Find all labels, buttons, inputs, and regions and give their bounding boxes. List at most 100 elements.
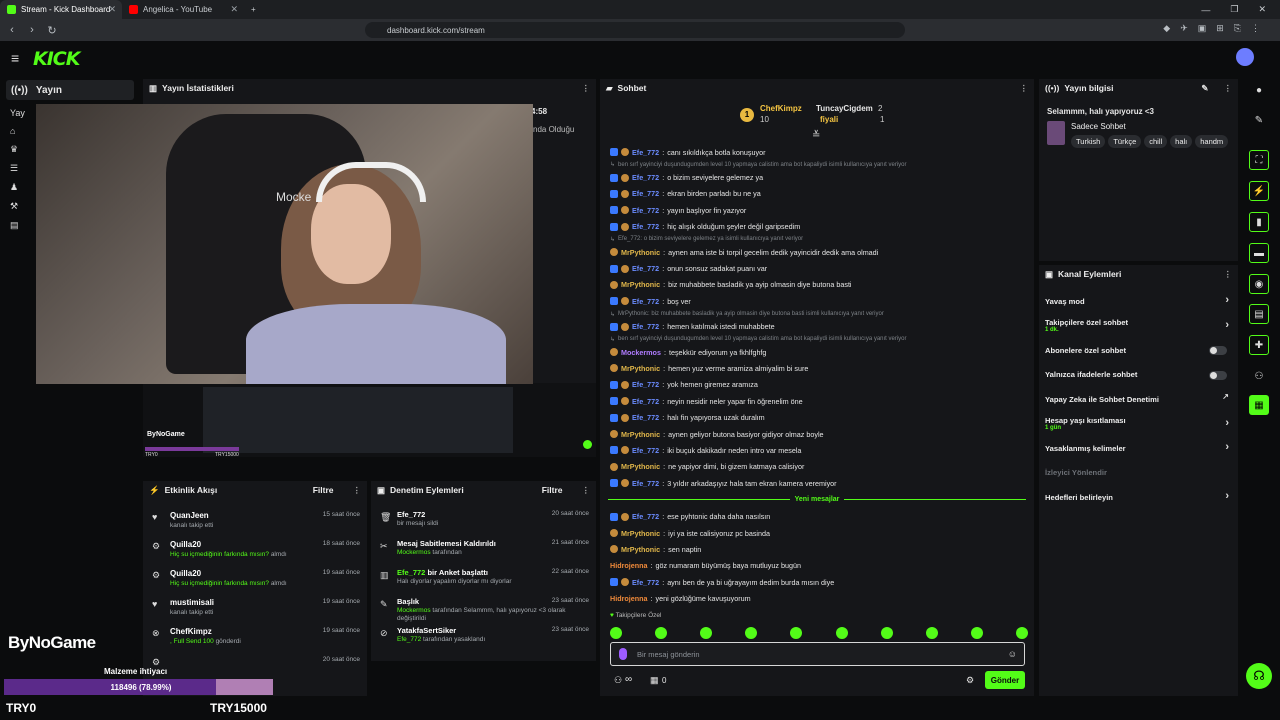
back-icon[interactable]: ‹	[4, 24, 20, 36]
emote-icon[interactable]	[790, 627, 803, 639]
chat-message[interactable]: Efe_772: boş ver	[600, 293, 1034, 309]
gift-leaderboard[interactable]: 1 ChefKimpz 10 TuncayCigdem 2 fiyali 1	[740, 103, 900, 124]
emote-icon[interactable]	[745, 627, 758, 639]
fullscreen-icon[interactable]: ⛶	[1249, 150, 1269, 170]
chat-message[interactable]: MrPythonic: aynen geliyor butona basiyor …	[600, 426, 1034, 442]
emote-icon[interactable]	[880, 627, 893, 639]
tag[interactable]: Türkçe	[1108, 135, 1142, 148]
channel-action-item[interactable]: Abonelere özel sohbet	[1039, 338, 1238, 363]
emote-icon[interactable]	[1015, 627, 1028, 639]
chat-message[interactable]: Efe_772: ekran birden parladı bu ne ya	[600, 186, 1034, 202]
wrench-icon[interactable]: ✚	[1249, 335, 1269, 355]
emoji-icon[interactable]: ☺	[1008, 649, 1017, 659]
browser-tab-youtube[interactable]: Angelica - YouTube ✕	[122, 0, 244, 19]
chat-username[interactable]: Efe_772	[632, 297, 659, 306]
reply-context[interactable]: ↳ ben sırf yayinciyi duşundugumden level …	[600, 160, 1034, 169]
edit-pencil-icon[interactable]: ✎	[1201, 83, 1208, 94]
moderation-item[interactable]: ✎ Başlık Mockermos tarafından Selammm, hal…	[371, 595, 596, 624]
more-options-icon[interactable]: ⋮	[1020, 83, 1029, 94]
emote-icon[interactable]	[700, 627, 713, 639]
more-options-icon[interactable]: ⋮	[353, 485, 362, 496]
chat-username[interactable]: Efe_772	[632, 222, 659, 231]
expand-leaderboard-icon[interactable]: ≚	[812, 130, 820, 141]
chat-username[interactable]: Mockermos	[621, 348, 661, 357]
channel-action-item[interactable]: Hesap yaşı kısıtlaması 1 gün ›	[1039, 412, 1238, 437]
chat-message[interactable]: MrPythonic: sen naptin	[600, 541, 1034, 557]
broadcast-icon[interactable]: ◉	[1249, 274, 1269, 294]
chat-message[interactable]: Hidrojenna: göz numaram büyümüş baya mutl…	[600, 558, 1034, 574]
activity-item[interactable]: ⚙ Quilla20 Hiç su içmediğinin farkında mıs…	[143, 537, 367, 566]
users-icon[interactable]: ⚇	[1249, 366, 1269, 386]
chat-message[interactable]: MrPythonic: ne yapiyor dimi, bi gizem kat…	[600, 459, 1034, 475]
tool-icon[interactable]: ⚒	[10, 201, 25, 212]
chat-username[interactable]: MrPythonic	[621, 364, 660, 373]
chat-username[interactable]: Efe_772	[632, 322, 659, 331]
chat-username[interactable]: Efe_772	[632, 578, 659, 587]
external-link-icon[interactable]: ↗	[1222, 392, 1229, 401]
close-window-icon[interactable]: ✕	[1258, 4, 1266, 15]
stream-preview[interactable]: ByNoGame TRY0 TRY15000	[143, 383, 596, 458]
chat-message[interactable]: Efe_772: o bizim seviyelere gelemez ya	[600, 169, 1034, 185]
chat-message[interactable]: MrPythonic: biz muhabbete basladik ya ayi…	[600, 277, 1034, 293]
send-button[interactable]: Gönder	[985, 671, 1025, 689]
chat-username[interactable]: MrPythonic	[621, 462, 660, 471]
channel-action-item[interactable]: Yapay Zeka ile Sohbet Denetimi ↗	[1039, 387, 1238, 412]
filter-button[interactable]: Filtre	[542, 485, 563, 495]
reply-context[interactable]: ↳ MrPythonic: biz muhabbete basladik ya a…	[600, 310, 1034, 319]
chat-username[interactable]: Efe_772	[632, 397, 659, 406]
moderation-item[interactable]: ⊘ YatakfaSertSiker Efe_772 tarafından yasa…	[371, 624, 596, 653]
chat-icon[interactable]: ▬	[1249, 243, 1269, 263]
more-options-icon[interactable]: ⋮	[1224, 83, 1233, 94]
chat-message[interactable]: Efe_772:3 yıldır arkadaşıyız hala tam ek…	[600, 475, 1034, 491]
chat-username[interactable]: MrPythonic	[621, 545, 660, 554]
extension-icon[interactable]: ⎘	[1234, 23, 1241, 34]
chat-username[interactable]: Efe_772	[632, 148, 659, 157]
list-icon[interactable]: ☰	[10, 163, 25, 174]
emote-icon[interactable]	[610, 627, 622, 639]
chat-message[interactable]: Efe_772: halı fin yapıyorsa uzak duralım	[600, 409, 1034, 425]
moderation-user[interactable]: Efe_772	[397, 568, 425, 577]
support-headset-icon[interactable]: ☊	[1246, 663, 1272, 689]
tag[interactable]: chill	[1144, 135, 1168, 148]
reply-context[interactable]: ↳ ben sırf yayinciyi duşundugumden level …	[600, 335, 1034, 344]
toggle-switch[interactable]	[1209, 370, 1227, 380]
chat-username[interactable]: MrPythonic	[621, 280, 660, 289]
chat-message[interactable]: Efe_772: ese pyhtonic daha daha nasılsın	[600, 508, 1034, 524]
chat-message[interactable]: Efe_772: aynı ben de ya bi uğrayayım dedi…	[600, 574, 1034, 590]
chat-username[interactable]: Efe_772	[632, 380, 659, 389]
channel-action-item[interactable]: Yavaş mod ›	[1039, 289, 1238, 314]
panel-layout-icon[interactable]: ▦	[1249, 395, 1269, 415]
chat-input[interactable]: Bir mesaj gönderin ☺	[610, 642, 1025, 666]
chat-username[interactable]: Efe_772	[632, 512, 659, 521]
chevron-right-icon[interactable]: ›	[1225, 441, 1229, 453]
menu-icon[interactable]: ⋮	[1251, 23, 1260, 34]
edit-icon[interactable]: ✎	[1249, 110, 1269, 130]
reload-icon[interactable]: ↻	[44, 24, 60, 37]
chat-message[interactable]: Efe_772: onun sonsuz sadakat puanı var	[600, 260, 1034, 276]
chat-username[interactable]: Efe_772	[632, 264, 659, 273]
browser-tab-kick[interactable]: Stream - Kick Dashboard ✕	[0, 0, 122, 19]
emote-icon[interactable]	[925, 627, 938, 639]
nav-item-yayin[interactable]: ((•)) Yayın	[6, 80, 134, 100]
gift-icon[interactable]: ▦	[650, 675, 659, 686]
extension-icon[interactable]: ▣	[1198, 23, 1207, 34]
chevron-right-icon[interactable]: ›	[1225, 294, 1229, 306]
avatar[interactable]	[1236, 48, 1254, 66]
moderator-name[interactable]: Mockermos	[397, 549, 431, 556]
filter-button[interactable]: Filtre	[313, 485, 334, 495]
tag[interactable]: Turkish	[1071, 135, 1106, 148]
chat-message[interactable]: Efe_772: yok hemen giremez aramıza	[600, 377, 1034, 393]
chevron-right-icon[interactable]: ›	[1225, 319, 1229, 331]
home-icon[interactable]: ⌂	[10, 126, 25, 136]
trophy-icon[interactable]: ♛	[10, 144, 25, 155]
chat-username[interactable]: Hidrojenna	[610, 594, 648, 603]
moderation-item[interactable]: ▥ Efe_772 bir Anket başlattı Halı diyorlar…	[371, 566, 596, 595]
moderator-name[interactable]: Efe_772	[397, 636, 421, 643]
chat-username[interactable]: Efe_772	[632, 189, 659, 198]
chat-username[interactable]: Efe_772	[632, 413, 659, 422]
minimize-icon[interactable]: —	[1201, 5, 1210, 15]
archive-icon[interactable]: ▤	[10, 220, 25, 231]
chat-username[interactable]: MrPythonic	[621, 430, 660, 439]
extension-icon[interactable]: ◆	[1163, 23, 1170, 34]
info-icon[interactable]: ●	[1249, 80, 1269, 100]
